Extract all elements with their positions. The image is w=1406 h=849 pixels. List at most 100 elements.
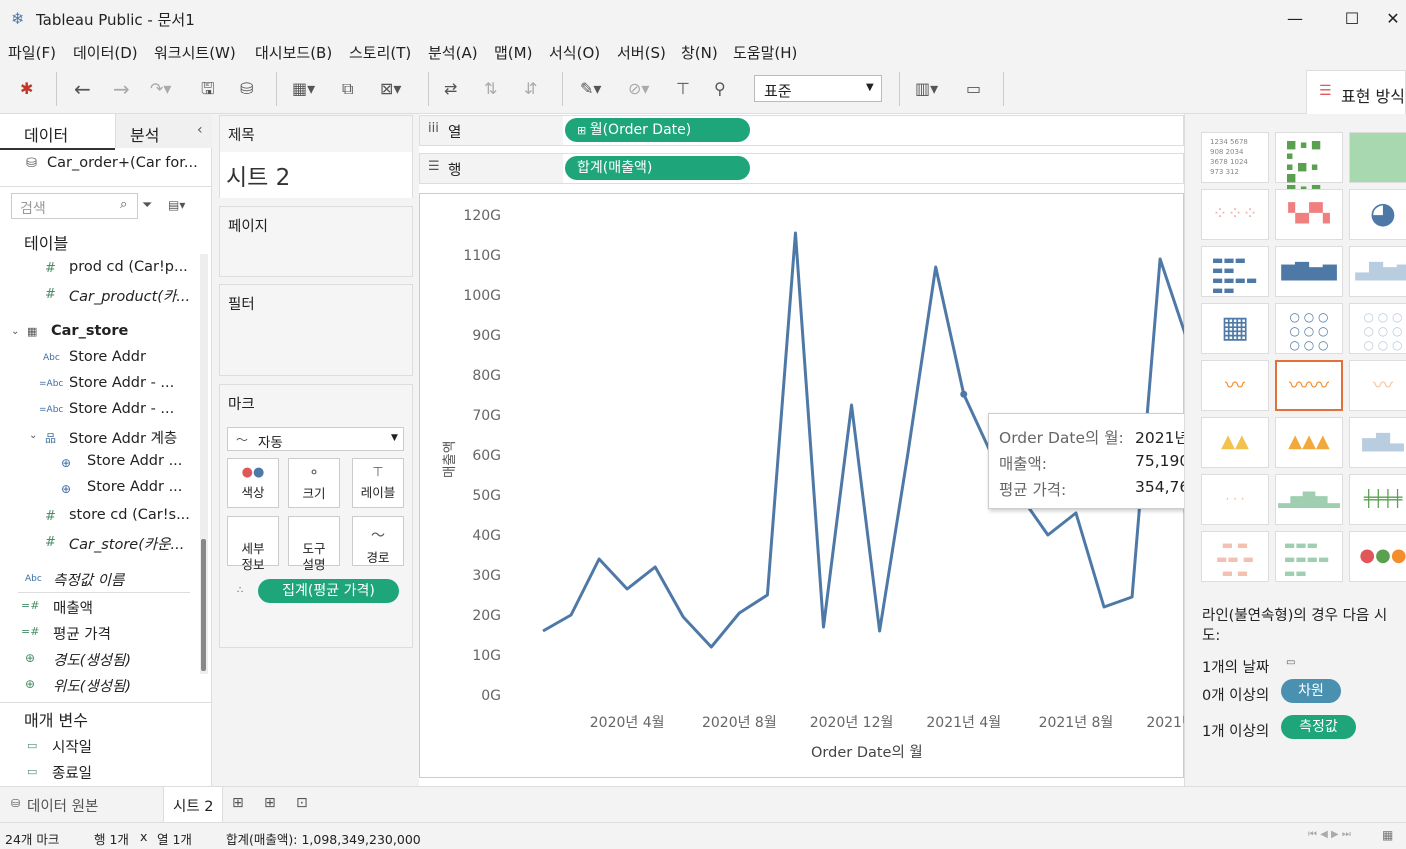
tooltip-button[interactable]: 도구 설명 [288, 516, 340, 572]
showme-box-plot[interactable]: ╪╪╪╪ [1349, 474, 1406, 525]
new-story-icon[interactable]: ⊡ [296, 795, 308, 811]
search-input[interactable]: 검색 ⌕ [11, 193, 138, 219]
showme-side-circle[interactable]: ○ ○ ○ ○ ○ ○ ○ ○ ○ [1349, 303, 1406, 354]
close-icon[interactable]: ✕ [1378, 4, 1406, 34]
sheet-tab[interactable]: 시트 2 [163, 787, 223, 823]
minimize-icon[interactable]: — [1280, 4, 1310, 34]
showme-text-table[interactable]: 1234 5678 908 2034 3678 1024 973 312 [1201, 132, 1269, 183]
rows-pill-sales[interactable]: 합계(매출액) [565, 156, 750, 180]
showme-tab[interactable]: ☰ 표현 방식 [1306, 70, 1406, 114]
pin-icon[interactable]: ⚲ [714, 78, 726, 100]
showme-dual-line[interactable]: 〰 [1349, 360, 1406, 411]
sheet-title[interactable]: 시트 2 [226, 158, 290, 192]
showme-stacked-bar[interactable]: ▆▇▅▆ [1275, 246, 1343, 297]
new-datasource-icon[interactable]: ⛁ [240, 78, 253, 100]
show-cards-icon[interactable]: ▥▾ [915, 78, 938, 100]
showme-hbar[interactable]: ▬▬▬ ▬▬ ▬▬▬▬ ▬▬ [1201, 246, 1269, 297]
showme-area-discrete[interactable]: ▲▲▲ [1275, 417, 1343, 468]
param-item[interactable]: 종료일 [52, 762, 92, 783]
columns-pill-month[interactable]: ⊞ 월(Order Date) [565, 118, 750, 142]
datasource-name[interactable]: Car_order+(Car for... [47, 155, 198, 171]
showme-pie[interactable]: ◕ [1349, 189, 1406, 240]
showme-histogram[interactable]: ▂▅▇▅▂ [1275, 474, 1343, 525]
highlight-icon[interactable]: ✎▾ [580, 78, 601, 100]
menu-window[interactable]: 창(N) [681, 42, 718, 63]
tableau-icon[interactable]: ✱ [20, 78, 33, 100]
menu-story[interactable]: 스토리(T) [349, 42, 411, 63]
fit-select[interactable]: 표준 ▼ [754, 75, 882, 102]
showme-heat-map[interactable]: ■ ▪ ■ ▪▪ ■ ▪ ■■ ▪ ■ ▪ [1275, 132, 1343, 205]
pages-card[interactable]: 페이지 [219, 206, 413, 277]
grid-view-icon[interactable]: ▦ [1382, 828, 1393, 842]
showme-line-continuous[interactable]: 〰 [1201, 360, 1269, 411]
attach-icon[interactable]: ⊘▾ [628, 78, 649, 100]
field-item[interactable]: 매출액 [53, 597, 93, 618]
showme-treemap[interactable]: ▦ [1201, 303, 1269, 354]
new-sheet-icon[interactable]: ⊞ [232, 795, 244, 811]
duplicate-icon[interactable]: ⧉ [342, 78, 353, 100]
field-item[interactable]: Store Addr ... [87, 479, 182, 495]
collapse-icon[interactable]: ‹ [197, 122, 203, 138]
showme-side-bar[interactable]: ▃▇▅▆ [1349, 246, 1406, 297]
field-item[interactable]: prod cd (Car!p... [69, 259, 188, 275]
showme-packed-bubbles[interactable]: ●●● [1349, 531, 1406, 582]
field-item[interactable]: 평균 가격 [53, 623, 111, 644]
showme-area-continuous[interactable]: ▲▲ [1201, 417, 1269, 468]
showme-bullet[interactable]: ▬▬▬ ▬▬▬▬ ▬▬ [1275, 531, 1343, 582]
field-item[interactable]: 경도(생성됨) [53, 649, 131, 670]
forward-icon[interactable]: → [113, 78, 130, 100]
label-button[interactable]: ⊤ 레이블 [352, 458, 404, 508]
maximize-icon[interactable]: ☐ [1337, 4, 1367, 34]
menu-data[interactable]: 데이터(D) [73, 42, 138, 63]
field-item[interactable]: 측정값 이름 [53, 569, 124, 590]
datasource-tab[interactable]: 데이터 원본 [27, 795, 98, 816]
showme-dual-combo[interactable]: ▅▇▃ [1349, 417, 1406, 468]
back-icon[interactable]: ← [74, 78, 91, 100]
menu-file[interactable]: 파일(F) [8, 42, 56, 63]
field-item[interactable]: Car_store(카운... [69, 533, 184, 554]
view-options-icon[interactable]: ▤▾ [168, 198, 185, 212]
chevron-down-icon[interactable]: ⌄ [29, 430, 37, 441]
scrollbar[interactable] [201, 539, 206, 671]
field-item[interactable]: Store Addr - ... [69, 375, 174, 391]
menu-dashboard[interactable]: 대시보드(B) [255, 42, 332, 63]
showme-gantt[interactable]: ▬ ▬ ▬▬ ▬ ▬ ▬ [1201, 531, 1269, 582]
menu-map[interactable]: 맵(M) [494, 42, 532, 63]
showme-highlight-table[interactable] [1349, 132, 1406, 183]
filter-icon[interactable]: ⏷ [142, 198, 152, 213]
field-item[interactable]: Store Addr - ... [69, 401, 174, 417]
new-dashboard-icon[interactable]: ⊞ [264, 795, 276, 811]
new-worksheet-icon[interactable]: ▦▾ [292, 78, 315, 100]
field-item[interactable]: Store Addr [69, 349, 146, 365]
sort-desc-icon[interactable]: ⇵ [524, 78, 537, 100]
field-item[interactable]: 위도(생성됨) [53, 675, 131, 696]
field-item[interactable]: store cd (Car!s... [69, 507, 190, 523]
redo-icon[interactable]: ↷▾ [150, 78, 171, 100]
field-item[interactable]: Car_product(카... [69, 285, 190, 306]
text-label-icon[interactable]: ⊤ [676, 78, 690, 100]
showme-scatter[interactable]: · · · [1201, 474, 1269, 525]
detail-button[interactable]: 세부 정보 [227, 516, 279, 572]
sort-asc-icon[interactable]: ⇅ [484, 78, 497, 100]
filters-card[interactable]: 필터 [219, 284, 413, 376]
save-icon[interactable]: 🖫 [201, 78, 215, 100]
param-item[interactable]: 시작일 [52, 736, 92, 757]
menu-server[interactable]: 서버(S) [617, 42, 666, 63]
clear-sheet-icon[interactable]: ⊠▾ [380, 78, 401, 100]
size-button[interactable]: ⚬ 크기 [288, 458, 340, 508]
path-button[interactable]: 〜 경로 [352, 516, 404, 566]
data-point[interactable] [960, 390, 968, 398]
showme-filled-map[interactable]: ▚▞▚ [1275, 189, 1343, 240]
mark-type-select[interactable]: 〜 자동 ▼ [227, 427, 404, 451]
showme-line-discrete[interactable]: 〰〰 [1275, 360, 1343, 411]
tab-data[interactable]: 데이터 [24, 122, 68, 146]
field-item[interactable]: Store Addr ... [87, 453, 182, 469]
marks-pill-avg-price[interactable]: 집계(평균 가격) [258, 579, 399, 603]
showme-circle-view[interactable]: ○ ○ ○ ○ ○ ○ ○ ○ ○ [1275, 303, 1343, 354]
tab-analysis[interactable]: 분석 [130, 122, 159, 146]
sheet-nav-icon[interactable]: ⏮ ◀ ▶ ⏭ [1308, 829, 1351, 840]
presentation-icon[interactable]: ▭ [966, 78, 981, 100]
color-button[interactable]: ●● 색상 [227, 458, 279, 508]
menu-analysis[interactable]: 분석(A) [428, 42, 478, 63]
menu-worksheet[interactable]: 워크시트(W) [154, 42, 236, 63]
